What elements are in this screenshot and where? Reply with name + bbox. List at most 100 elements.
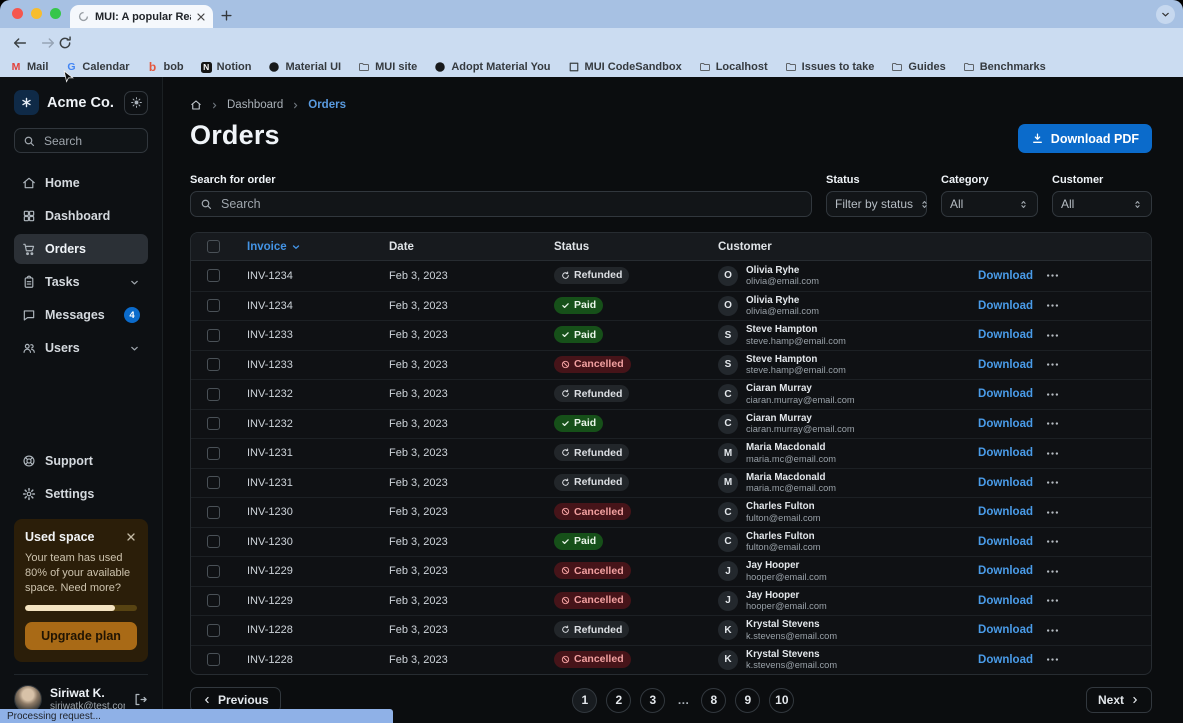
row-checkbox[interactable]	[207, 269, 220, 282]
back-icon[interactable]	[12, 35, 28, 51]
bookmark-guides[interactable]: Guides	[891, 61, 945, 73]
row-checkbox[interactable]	[207, 299, 220, 312]
column-header-invoice[interactable]: Invoice	[237, 241, 379, 253]
download-link[interactable]: Download	[967, 536, 1033, 548]
bookmark-benchmarks[interactable]: Benchmarks	[963, 61, 1046, 73]
sidebar-item-messages[interactable]: Messages4	[14, 300, 148, 330]
order-search-input[interactable]	[219, 196, 802, 212]
row-checkbox[interactable]	[207, 653, 220, 666]
page-button-8[interactable]: 8	[701, 688, 726, 713]
row-checkbox[interactable]	[207, 358, 220, 371]
home-breadcrumb-icon[interactable]	[190, 99, 202, 111]
download-link[interactable]: Download	[967, 565, 1033, 577]
breadcrumb-dashboard[interactable]: Dashboard	[227, 99, 283, 111]
new-tab-button[interactable]	[219, 8, 234, 23]
column-header-status[interactable]: Status	[544, 241, 708, 253]
color-mode-toggle[interactable]	[124, 91, 148, 115]
forward-icon[interactable]	[40, 35, 56, 51]
bookmark-localhost[interactable]: Localhost	[699, 61, 768, 73]
row-checkbox[interactable]	[207, 565, 220, 578]
download-link[interactable]: Download	[967, 506, 1033, 518]
row-checkbox[interactable]	[207, 476, 220, 489]
sidebar-search[interactable]	[14, 128, 148, 153]
row-menu-button[interactable]	[1033, 623, 1151, 638]
download-link[interactable]: Download	[967, 595, 1033, 607]
bookmark-calendar[interactable]: GCalendar	[65, 61, 129, 73]
download-link[interactable]: Download	[967, 418, 1033, 430]
download-link[interactable]: Download	[967, 477, 1033, 489]
sidebar-item-orders[interactable]: Orders	[14, 234, 148, 264]
row-checkbox[interactable]	[207, 447, 220, 460]
sidebar-item-home[interactable]: Home	[14, 168, 148, 198]
window-controls[interactable]	[12, 8, 61, 19]
row-menu-button[interactable]	[1033, 416, 1151, 431]
page-button-1[interactable]: 1	[572, 688, 597, 713]
row-menu-button[interactable]	[1033, 357, 1151, 372]
row-checkbox[interactable]	[207, 329, 220, 342]
page-button-10[interactable]: 10	[769, 688, 794, 713]
download-link[interactable]: Download	[967, 270, 1033, 282]
page-button-2[interactable]: 2	[606, 688, 631, 713]
sidebar-item-users[interactable]: Users	[14, 333, 148, 363]
row-menu-button[interactable]	[1033, 475, 1151, 490]
download-link[interactable]: Download	[967, 654, 1033, 666]
bookmark-mui-site[interactable]: MUI site	[358, 61, 417, 73]
page-button-9[interactable]: 9	[735, 688, 760, 713]
download-link[interactable]: Download	[967, 624, 1033, 636]
upgrade-plan-button[interactable]: Upgrade plan	[25, 622, 137, 650]
row-checkbox[interactable]	[207, 506, 220, 519]
bookmark-mail[interactable]: MMail	[10, 61, 48, 73]
sidebar-item-settings[interactable]: Settings	[14, 479, 148, 509]
row-checkbox[interactable]	[207, 388, 220, 401]
row-menu-button[interactable]	[1033, 298, 1151, 313]
column-header-date[interactable]: Date	[379, 241, 544, 253]
breadcrumb-orders[interactable]: Orders	[308, 99, 346, 111]
sidebar-item-tasks[interactable]: Tasks	[14, 267, 148, 297]
download-link[interactable]: Download	[967, 388, 1033, 400]
browser-tab[interactable]: MUI: A popular React UI fram	[70, 5, 213, 28]
column-header-customer[interactable]: Customer	[708, 241, 967, 253]
page-button-3[interactable]: 3	[640, 688, 665, 713]
row-menu-button[interactable]	[1033, 593, 1151, 608]
close-window-button[interactable]	[12, 8, 23, 19]
row-checkbox[interactable]	[207, 624, 220, 637]
sidebar-search-input[interactable]	[42, 133, 139, 149]
download-link[interactable]: Download	[967, 447, 1033, 459]
row-menu-button[interactable]	[1033, 446, 1151, 461]
logout-icon[interactable]	[133, 692, 148, 707]
row-menu-button[interactable]	[1033, 534, 1151, 549]
row-checkbox[interactable]	[207, 594, 220, 607]
download-pdf-button[interactable]: Download PDF	[1018, 124, 1152, 153]
status-filter-select[interactable]: Filter by status	[826, 191, 927, 217]
next-page-button[interactable]: Next	[1086, 687, 1152, 713]
minimize-window-button[interactable]	[31, 8, 42, 19]
bookmark-bob[interactable]: bbob	[146, 61, 183, 73]
download-link[interactable]: Download	[967, 329, 1033, 341]
close-icon[interactable]	[125, 531, 137, 543]
bookmark-notion[interactable]: NNotion	[201, 61, 252, 73]
order-search[interactable]	[190, 191, 812, 217]
zoom-window-button[interactable]	[50, 8, 61, 19]
download-link[interactable]: Download	[967, 300, 1033, 312]
category-filter-select[interactable]: All	[941, 191, 1038, 217]
sidebar-item-dashboard[interactable]: Dashboard	[14, 201, 148, 231]
row-menu-button[interactable]	[1033, 328, 1151, 343]
row-menu-button[interactable]	[1033, 387, 1151, 402]
row-menu-button[interactable]	[1033, 505, 1151, 520]
row-menu-button[interactable]	[1033, 564, 1151, 579]
download-link[interactable]: Download	[967, 359, 1033, 371]
bookmark-adopt-material-you[interactable]: Adopt Material You	[434, 61, 550, 73]
row-checkbox[interactable]	[207, 417, 220, 430]
bookmark-issues-to-take[interactable]: Issues to take	[785, 61, 875, 73]
tab-close-icon[interactable]	[195, 11, 207, 23]
select-all-checkbox[interactable]	[207, 240, 220, 253]
row-menu-button[interactable]	[1033, 652, 1151, 667]
reload-icon[interactable]	[57, 35, 73, 51]
customer-filter-select[interactable]: All	[1052, 191, 1152, 217]
bookmark-material-ui[interactable]: Material UI	[268, 61, 341, 73]
bookmark-mui-codesandbox[interactable]: MUI CodeSandbox	[568, 61, 682, 73]
sidebar-item-support[interactable]: Support	[14, 446, 148, 476]
tab-search-chevron-icon[interactable]	[1156, 5, 1175, 24]
row-checkbox[interactable]	[207, 535, 220, 548]
row-menu-button[interactable]	[1033, 268, 1151, 283]
